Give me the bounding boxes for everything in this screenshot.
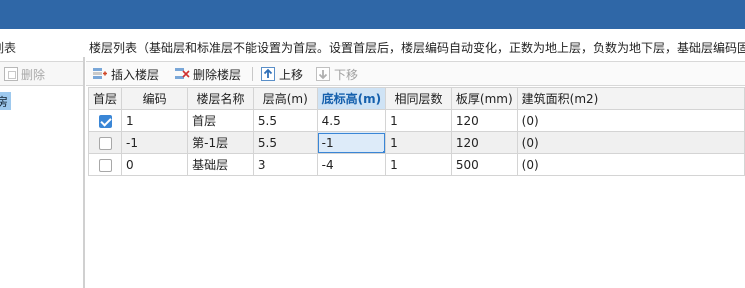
floor-height-cell[interactable]: 5.5 bbox=[252, 109, 318, 132]
insert-floor-icon bbox=[93, 68, 107, 79]
left-panel-header: 列表 bbox=[0, 41, 17, 55]
panel-splitter[interactable] bbox=[83, 57, 85, 288]
same-floors-cell[interactable]: 1 bbox=[385, 109, 452, 132]
left-panel: 列表 删除 房 bbox=[0, 29, 84, 288]
building-list-item-label: 房 bbox=[0, 95, 9, 109]
building-area-cell: (0) bbox=[516, 131, 745, 154]
arrow-up-icon bbox=[261, 67, 275, 81]
floor-list-caption: 楼层列表（基础层和标准层不能设置为首层。设置首层后，楼层编码自动变化，正数为地上… bbox=[89, 41, 745, 55]
floor-list-panel: 楼层列表（基础层和标准层不能设置为首层。设置首层后，楼层编码自动变化，正数为地上… bbox=[86, 29, 745, 288]
first-floor-checkbox[interactable] bbox=[98, 158, 112, 172]
col-header-building-area[interactable]: 建筑面积(m2) bbox=[516, 87, 745, 110]
table-row[interactable]: 1 首层 5.5 4.5 1 120 (0) bbox=[87, 109, 745, 132]
building-list-item[interactable]: 房 bbox=[0, 92, 11, 110]
header-row: 首层 编码 楼层名称 层高(m) 底标高(m) 相同层数 板厚(mm) 建筑面积… bbox=[87, 87, 745, 110]
floor-grid: 首层 编码 楼层名称 层高(m) 底标高(m) 相同层数 板厚(mm) 建筑面积… bbox=[87, 87, 745, 176]
first-floor-checkbox[interactable] bbox=[98, 136, 112, 150]
left-delete-label: 删除 bbox=[21, 67, 46, 82]
building-area-cell: (0) bbox=[516, 153, 745, 176]
left-toolbar: 删除 bbox=[0, 61, 84, 86]
floor-height-cell[interactable]: 3 bbox=[252, 153, 318, 176]
slab-thickness-cell[interactable]: 500 bbox=[450, 153, 518, 176]
bottom-elevation-cell-editing[interactable]: -1 bbox=[316, 131, 387, 154]
floor-settings-window: 列表 删除 房 楼层列表（基础层和标准层不能设置为首层。设置首层后，楼层编码自动… bbox=[0, 0, 745, 288]
move-up-label: 上移 bbox=[279, 67, 304, 82]
floor-height-cell[interactable]: 5.5 bbox=[252, 131, 318, 154]
arrow-down-icon bbox=[316, 67, 330, 81]
floor-name-cell[interactable]: 首层 bbox=[187, 109, 254, 132]
first-floor-cell[interactable] bbox=[87, 109, 123, 132]
move-down-button[interactable]: 下移 bbox=[315, 65, 358, 83]
delete-icon bbox=[4, 67, 18, 81]
table-row[interactable]: -1 第-1层 5.5 -1 1 120 (0) bbox=[87, 131, 745, 154]
insert-floor-label: 插入楼层 bbox=[111, 67, 160, 82]
first-floor-cell[interactable] bbox=[87, 153, 123, 176]
col-header-floor-name[interactable]: 楼层名称 bbox=[187, 87, 254, 110]
title-bar bbox=[0, 0, 745, 29]
col-header-first-floor[interactable]: 首层 bbox=[87, 87, 123, 110]
slab-thickness-cell[interactable]: 120 bbox=[450, 131, 518, 154]
col-header-floor-height[interactable]: 层高(m) bbox=[252, 87, 318, 110]
floor-name-cell[interactable]: 基础层 bbox=[187, 153, 254, 176]
insert-floor-button[interactable]: 插入楼层 bbox=[92, 65, 159, 83]
toolbar-separator bbox=[252, 67, 253, 81]
code-cell[interactable]: 1 bbox=[121, 109, 189, 132]
delete-floor-label: 删除楼层 bbox=[193, 67, 242, 82]
same-floors-cell[interactable]: 1 bbox=[385, 153, 452, 176]
col-header-same-floors[interactable]: 相同层数 bbox=[385, 87, 452, 110]
col-header-bottom-elevation[interactable]: 底标高(m) bbox=[316, 87, 387, 110]
bottom-elevation-cell[interactable]: 4.5 bbox=[316, 109, 387, 132]
floor-toolbar: 插入楼层 删除楼层 上移 下移 bbox=[86, 61, 745, 86]
table-row[interactable]: 0 基础层 3 -4 1 500 (0) bbox=[87, 153, 745, 176]
code-cell[interactable]: 0 bbox=[121, 153, 189, 176]
floor-table: 首层 编码 楼层名称 层高(m) 底标高(m) 相同层数 板厚(mm) 建筑面积… bbox=[87, 87, 745, 176]
first-floor-cell[interactable] bbox=[87, 131, 123, 154]
move-up-button[interactable]: 上移 bbox=[260, 65, 303, 83]
same-floors-cell[interactable]: 1 bbox=[385, 131, 452, 154]
delete-floor-button[interactable]: 删除楼层 bbox=[174, 65, 241, 83]
floor-name-cell[interactable]: 第-1层 bbox=[187, 131, 254, 154]
delete-floor-icon bbox=[175, 68, 190, 79]
building-area-cell: (0) bbox=[516, 109, 745, 132]
left-delete-button[interactable]: 删除 bbox=[4, 65, 45, 83]
col-header-code[interactable]: 编码 bbox=[121, 87, 189, 110]
move-down-label: 下移 bbox=[334, 67, 359, 82]
slab-thickness-cell[interactable]: 120 bbox=[450, 109, 518, 132]
bottom-elevation-cell[interactable]: -4 bbox=[316, 153, 387, 176]
code-cell[interactable]: -1 bbox=[121, 131, 189, 154]
first-floor-checkbox[interactable] bbox=[98, 114, 112, 128]
col-header-slab-thickness[interactable]: 板厚(mm) bbox=[450, 87, 518, 110]
